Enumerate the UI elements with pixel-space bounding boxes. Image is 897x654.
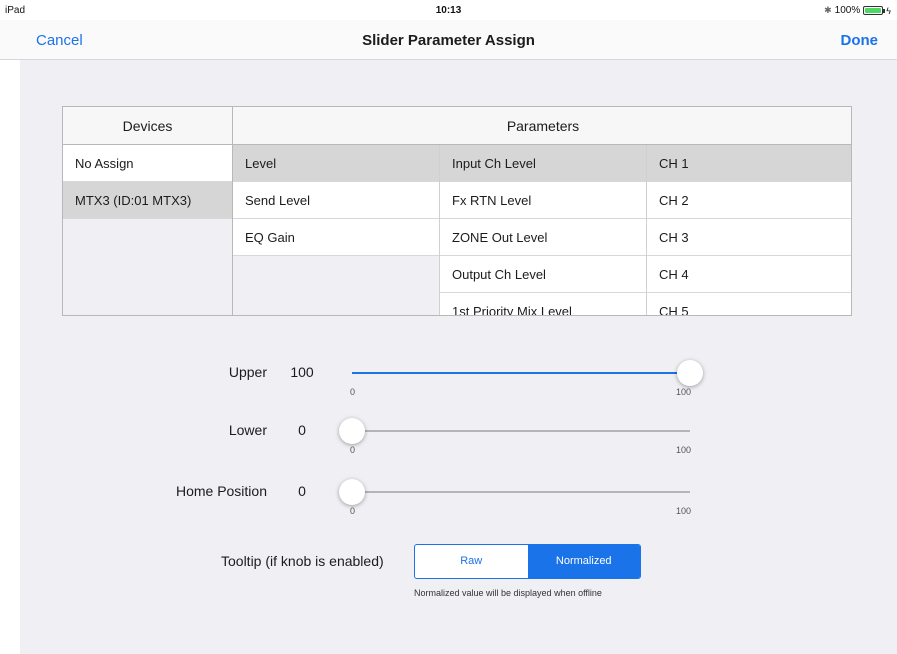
status-bar: iPad 10:13 ✱ 100% ϟ bbox=[0, 0, 897, 20]
home-position-slider[interactable] bbox=[339, 479, 690, 505]
home-position-slider-knob[interactable] bbox=[339, 479, 365, 505]
param-item-zone-out-level[interactable]: ZONE Out Level bbox=[440, 219, 646, 256]
channel-item-ch3[interactable]: CH 3 bbox=[647, 219, 851, 256]
upper-max-label: 100 bbox=[676, 387, 692, 397]
status-time: 10:13 bbox=[435, 5, 462, 16]
upper-label: Upper bbox=[228, 364, 267, 380]
devices-header: Devices bbox=[63, 107, 233, 145]
bluetooth-icon: ✱ bbox=[824, 5, 832, 15]
page-title: Slider Parameter Assign bbox=[362, 32, 535, 49]
tooltip-label: Tooltip (if knob is enabled) bbox=[221, 553, 384, 569]
tooltip-note: Normalized value will be displayed when … bbox=[414, 588, 602, 598]
lower-slider-knob[interactable] bbox=[339, 418, 365, 444]
param-item-input-ch-level[interactable]: Input Ch Level bbox=[440, 145, 646, 182]
navigation-bar: Cancel Slider Parameter Assign Done bbox=[0, 20, 897, 60]
device-item-no-assign[interactable]: No Assign bbox=[63, 145, 232, 182]
upper-slider-fill bbox=[352, 372, 690, 374]
battery-icon bbox=[863, 6, 886, 15]
param-item-1st-priority-mix-level[interactable]: 1st Priority Mix Level bbox=[440, 293, 646, 315]
upper-min-label: 0 bbox=[350, 387, 356, 397]
assign-table: Devices Parameters No Assign MTX3 (ID:01… bbox=[62, 106, 852, 316]
home-min-label: 0 bbox=[350, 506, 356, 516]
channel-item-ch2[interactable]: CH 2 bbox=[647, 182, 851, 219]
channel-item-ch4[interactable]: CH 4 bbox=[647, 256, 851, 293]
param-item-eq-gain[interactable]: EQ Gain bbox=[233, 219, 439, 256]
param-item-output-ch-level[interactable]: Output Ch Level bbox=[440, 256, 646, 293]
lower-max-label: 100 bbox=[676, 445, 692, 455]
devices-list[interactable]: No Assign MTX3 (ID:01 MTX3) bbox=[63, 145, 233, 315]
lower-min-label: 0 bbox=[350, 445, 356, 455]
channel-item-ch5[interactable]: CH 5 bbox=[647, 293, 851, 315]
home-slider-row: Home Position 0 0 100 bbox=[20, 479, 897, 521]
home-max-label: 100 bbox=[676, 506, 692, 516]
lower-label: Lower bbox=[228, 422, 267, 438]
lower-slider-row: Lower 0 0 100 bbox=[20, 418, 897, 460]
param-item-level[interactable]: Level bbox=[233, 145, 439, 182]
param-item-send-level[interactable]: Send Level bbox=[233, 182, 439, 219]
device-item-mtx3[interactable]: MTX3 (ID:01 MTX3) bbox=[63, 182, 232, 219]
content-area: Devices Parameters No Assign MTX3 (ID:01… bbox=[20, 60, 897, 654]
tooltip-normalized-button[interactable]: Normalized bbox=[527, 545, 640, 578]
upper-slider-row: Upper 100 0 100 bbox=[20, 360, 897, 402]
done-button[interactable]: Done bbox=[841, 32, 879, 49]
channel-item-ch1[interactable]: CH 1 bbox=[647, 145, 851, 182]
status-right: ✱ 100% ϟ bbox=[824, 5, 891, 16]
parameter-type-list[interactable]: Input Ch Level Fx RTN Level ZONE Out Lev… bbox=[440, 145, 647, 315]
channel-list[interactable]: CH 1 CH 2 CH 3 CH 4 CH 5 bbox=[647, 145, 851, 315]
upper-slider[interactable] bbox=[352, 360, 703, 386]
home-position-value: 0 bbox=[298, 483, 306, 499]
lower-slider[interactable] bbox=[339, 418, 690, 444]
parameter-category-list[interactable]: Level Send Level EQ Gain bbox=[233, 145, 440, 315]
tooltip-raw-button[interactable]: Raw bbox=[415, 545, 528, 578]
home-position-label: Home Position bbox=[175, 483, 267, 499]
parameters-header: Parameters bbox=[233, 107, 851, 145]
charging-bolt-icon: ϟ bbox=[886, 5, 891, 16]
upper-slider-knob[interactable] bbox=[677, 360, 703, 386]
lower-value: 0 bbox=[298, 422, 306, 438]
tooltip-segmented-control: Raw Normalized bbox=[414, 544, 641, 579]
battery-percent: 100% bbox=[834, 5, 861, 16]
upper-value: 100 bbox=[290, 364, 314, 380]
param-item-fx-rtn-level[interactable]: Fx RTN Level bbox=[440, 182, 646, 219]
